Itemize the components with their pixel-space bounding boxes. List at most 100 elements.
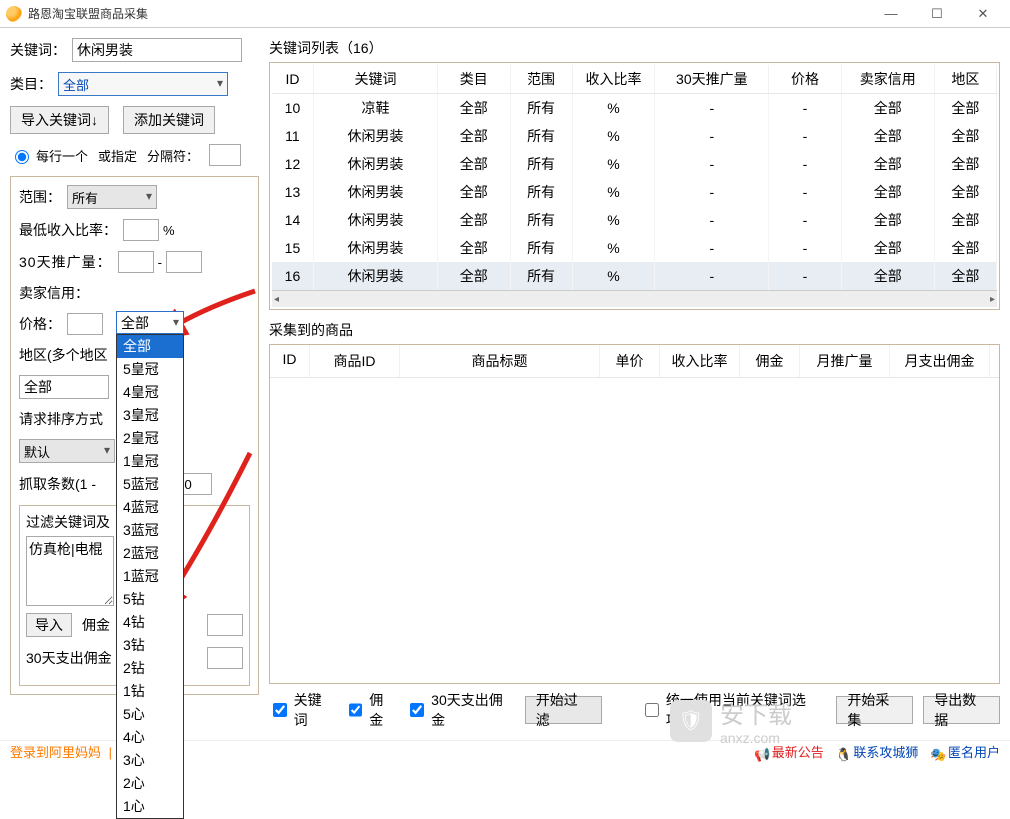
- keyword-input[interactable]: [72, 38, 242, 62]
- table-row[interactable]: 13休闲男装全部所有%--全部全部: [272, 178, 997, 206]
- filter-keywords-textarea[interactable]: 仿真枪|电棍: [26, 536, 114, 606]
- table-row[interactable]: 11休闲男装全部所有%--全部全部: [272, 122, 997, 150]
- dropdown-item[interactable]: 1皇冠: [117, 450, 183, 473]
- table-header[interactable]: ID: [270, 345, 310, 377]
- price-label: 价格：: [19, 314, 61, 334]
- table-header[interactable]: 单价: [600, 345, 660, 377]
- seller-credit-dropdown[interactable]: 全部5皇冠4皇冠3皇冠2皇冠1皇冠5蓝冠4蓝冠3蓝冠2蓝冠1蓝冠5钻4钻3钻2钻…: [116, 334, 184, 819]
- collected-title: 采集到的商品: [269, 320, 1000, 340]
- penguin-icon: 🐧: [836, 747, 850, 761]
- dropdown-item[interactable]: 5皇冠: [117, 358, 183, 381]
- keyword-table[interactable]: ID关键词类目范围收入比率30天推广量价格卖家信用地区 10凉鞋全部所有%--全…: [272, 65, 997, 290]
- table-header[interactable]: 佣金: [740, 345, 800, 377]
- category-select[interactable]: 全部: [58, 72, 228, 96]
- filter-keyword-checkbox[interactable]: 关键词: [269, 690, 335, 730]
- dropdown-item[interactable]: 5心: [117, 703, 183, 726]
- dropdown-item[interactable]: 4心: [117, 726, 183, 749]
- dropdown-item[interactable]: 2蓝冠: [117, 542, 183, 565]
- dropdown-item[interactable]: 2心: [117, 772, 183, 795]
- sort-label: 请求排序方式: [19, 409, 103, 429]
- dropdown-item[interactable]: 3钻: [117, 634, 183, 657]
- dropdown-item[interactable]: 3皇冠: [117, 404, 183, 427]
- collected-table[interactable]: ID商品ID商品标题单价收入比率佣金月推广量月支出佣金 🛡 安下载 anxz.c…: [269, 344, 1000, 684]
- min-revenue-label: 最低收入比率：: [19, 220, 117, 240]
- min-revenue-input[interactable]: [123, 219, 159, 241]
- mask-icon: 🎭: [930, 747, 944, 761]
- anon-user-link[interactable]: 🎭 匿名用户: [930, 742, 1000, 761]
- separator-input[interactable]: [209, 144, 241, 166]
- filter-pay30-checkbox[interactable]: 30天支出佣金: [406, 690, 514, 730]
- dropdown-item[interactable]: 4钻: [117, 611, 183, 634]
- import-filter-button[interactable]: 导入: [26, 613, 72, 637]
- promo-to-input[interactable]: [166, 251, 202, 273]
- dropdown-item[interactable]: 4蓝冠: [117, 496, 183, 519]
- login-link[interactable]: 登录到阿里妈妈: [10, 745, 101, 760]
- table-header[interactable]: 关键词: [313, 65, 437, 94]
- or-specify-label: 或指定: [98, 146, 137, 165]
- import-keywords-button[interactable]: 导入关键词↓: [10, 106, 109, 134]
- table-header[interactable]: 商品ID: [310, 345, 400, 377]
- table-header[interactable]: 月支出佣金: [890, 345, 990, 377]
- dropdown-item[interactable]: 5蓝冠: [117, 473, 183, 496]
- reuse-options-checkbox[interactable]: 统一使用当前关键词选项: [641, 690, 816, 730]
- separator-label: 分隔符：: [147, 146, 199, 165]
- table-header[interactable]: 收入比率: [572, 65, 655, 94]
- table-row[interactable]: 10凉鞋全部所有%--全部全部: [272, 94, 997, 123]
- perline-radio-label: 每行一个: [36, 146, 88, 165]
- dropdown-item[interactable]: 4皇冠: [117, 381, 183, 404]
- table-header[interactable]: 价格: [769, 65, 841, 94]
- commission-input[interactable]: [207, 614, 243, 636]
- pay30-label: 30天支出佣金: [26, 648, 112, 668]
- dropdown-item[interactable]: 2皇冠: [117, 427, 183, 450]
- dropdown-item[interactable]: 全部: [117, 335, 183, 358]
- dropdown-item[interactable]: 5钻: [117, 588, 183, 611]
- keyword-label: 关键词：: [10, 40, 66, 60]
- pay30-input[interactable]: [207, 647, 243, 669]
- maximize-button[interactable]: ☐: [914, 0, 960, 28]
- minimize-button[interactable]: —: [868, 0, 914, 28]
- table-header[interactable]: 卖家信用: [841, 65, 934, 94]
- start-collect-button[interactable]: 开始采集: [836, 696, 913, 724]
- table-row[interactable]: 15休闲男装全部所有%--全部全部: [272, 234, 997, 262]
- add-keyword-button[interactable]: 添加关键词: [123, 106, 215, 134]
- range-select[interactable]: 所有: [67, 185, 157, 209]
- table-header[interactable]: 30天推广量: [655, 65, 769, 94]
- contact-link[interactable]: 🐧 联系攻城狮: [836, 742, 919, 761]
- app-icon: [6, 6, 22, 22]
- table-row[interactable]: 12休闲男装全部所有%--全部全部: [272, 150, 997, 178]
- table-row[interactable]: 14休闲男装全部所有%--全部全部: [272, 206, 997, 234]
- dropdown-item[interactable]: 2钻: [117, 657, 183, 680]
- dropdown-item[interactable]: 3蓝冠: [117, 519, 183, 542]
- table-header[interactable]: ID: [272, 65, 313, 94]
- table-header[interactable]: 地区: [934, 65, 996, 94]
- promo-from-input[interactable]: [118, 251, 154, 273]
- table-row[interactable]: 16休闲男装全部所有%--全部全部: [272, 262, 997, 290]
- dropdown-item[interactable]: 3心: [117, 749, 183, 772]
- perline-radio[interactable]: 每行一个: [10, 146, 88, 165]
- category-label: 类目：: [10, 74, 52, 94]
- horiz-scrollbar[interactable]: ◂▸: [272, 290, 997, 307]
- region-input[interactable]: [19, 375, 109, 399]
- keyword-list-title: 关键词列表（16）: [269, 38, 1000, 58]
- close-button[interactable]: ✕: [960, 0, 1006, 28]
- table-header[interactable]: 范围: [510, 65, 572, 94]
- dropdown-item[interactable]: 1蓝冠: [117, 565, 183, 588]
- commission-label: 佣金: [82, 615, 110, 635]
- table-header[interactable]: 类目: [438, 65, 510, 94]
- table-header[interactable]: 商品标题: [400, 345, 600, 377]
- dropdown-item[interactable]: 1钻: [117, 680, 183, 703]
- speaker-icon: 📢: [754, 747, 768, 761]
- filter-commission-checkbox[interactable]: 佣金: [345, 690, 397, 730]
- seller-credit-select[interactable]: 全部: [116, 311, 184, 334]
- range-label: 范围：: [19, 187, 61, 207]
- table-header[interactable]: 月推广量: [800, 345, 890, 377]
- dropdown-item[interactable]: 1心: [117, 795, 183, 818]
- announcement-link[interactable]: 📢 最新公告: [754, 742, 824, 761]
- export-data-button[interactable]: 导出数据: [923, 696, 1000, 724]
- region-label: 地区(多个地区: [19, 345, 108, 365]
- price-from-input[interactable]: [67, 313, 103, 335]
- sort-select[interactable]: 默认: [19, 439, 115, 463]
- window-title: 路恩淘宝联盟商品采集: [28, 5, 868, 22]
- start-filter-button[interactable]: 开始过滤: [525, 696, 602, 724]
- table-header[interactable]: 收入比率: [660, 345, 740, 377]
